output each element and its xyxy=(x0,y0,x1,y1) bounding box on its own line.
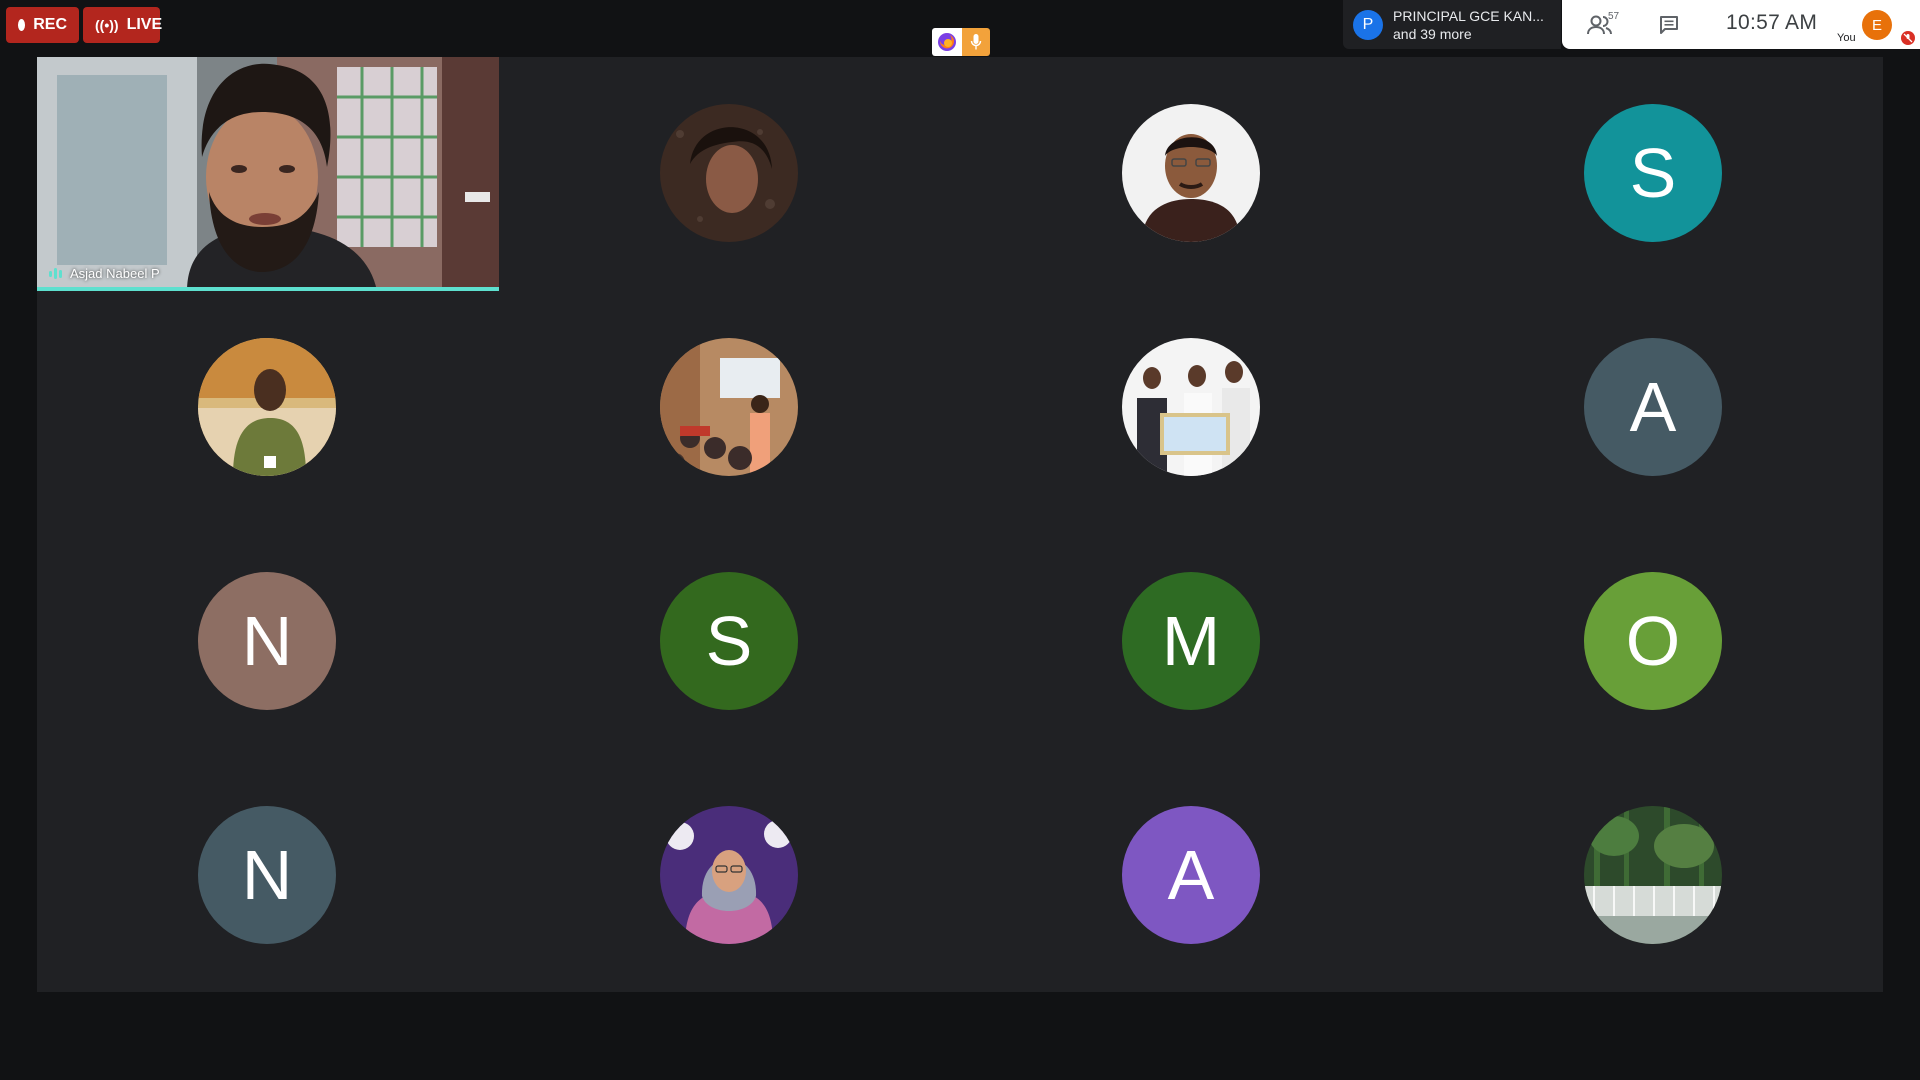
participant-avatar[interactable]: O xyxy=(1584,572,1722,710)
chat-icon[interactable] xyxy=(1658,14,1682,38)
portrait-photo-icon xyxy=(198,338,336,476)
participant-avatar[interactable]: S xyxy=(660,572,798,710)
camera-feed xyxy=(37,57,499,291)
recording-indicator[interactable]: REC xyxy=(6,7,79,43)
record-dot-icon xyxy=(18,19,26,31)
microphone-in-use-icon[interactable] xyxy=(962,28,990,56)
presenter-info: PRINCIPAL GCE KAN... and 39 more xyxy=(1393,7,1544,43)
participant-initial: A xyxy=(1167,836,1215,914)
classroom-photo-icon xyxy=(660,338,798,476)
participant-initial: N xyxy=(241,836,293,914)
participant-name-label: Asjad Nabeel P xyxy=(49,266,160,281)
participant-grid: Asjad Nabeel P S A N S M O N A xyxy=(37,57,1883,992)
participant-avatar[interactable]: A xyxy=(1122,806,1260,944)
participant-avatar[interactable]: M xyxy=(1122,572,1260,710)
broadcast-icon: ((•)) xyxy=(95,17,119,33)
portrait-photo-icon xyxy=(660,104,798,242)
featured-video-tile[interactable]: Asjad Nabeel P xyxy=(37,57,499,291)
participant-initial: S xyxy=(705,602,753,680)
audio-level-icon xyxy=(49,268,62,279)
meeting-toolbar: 57 10:57 AM You E xyxy=(1562,0,1920,49)
self-avatar[interactable]: E xyxy=(1862,10,1892,40)
participant-avatar[interactable]: N xyxy=(198,572,336,710)
live-label: LIVE xyxy=(126,16,163,33)
presenter-chip[interactable]: P PRINCIPAL GCE KAN... and 39 more xyxy=(1343,0,1561,49)
self-label: You xyxy=(1837,32,1856,44)
screen-share-tray xyxy=(932,28,990,56)
participant-avatar[interactable] xyxy=(660,338,798,476)
participant-initial: N xyxy=(241,602,293,680)
participant-avatar[interactable] xyxy=(198,338,336,476)
participant-count: 57 xyxy=(1608,11,1620,22)
rec-label: REC xyxy=(33,16,67,33)
presenter-subtitle: and 39 more xyxy=(1393,25,1472,42)
portrait-photo-icon xyxy=(660,806,798,944)
participant-avatar[interactable] xyxy=(660,104,798,242)
presenter-avatar: P xyxy=(1353,9,1383,40)
featured-participant-name: Asjad Nabeel P xyxy=(70,266,160,281)
live-stream-indicator[interactable]: ((•)) LIVE xyxy=(83,7,163,43)
participant-avatar[interactable] xyxy=(660,806,798,944)
muted-mic-icon xyxy=(1901,31,1915,45)
participant-avatar[interactable]: N xyxy=(198,806,336,944)
participant-avatar[interactable] xyxy=(1584,806,1722,944)
portrait-photo-icon xyxy=(1122,104,1260,242)
presenter-name: PRINCIPAL GCE KAN... xyxy=(1393,7,1544,24)
participant-initial: M xyxy=(1161,602,1221,680)
clock: 10:57 AM xyxy=(1726,11,1818,34)
award-photo-icon xyxy=(1122,338,1260,476)
meeting-screen: REC ((•)) LIVE P PRINCIPAL GCE KAN... an… xyxy=(0,0,1920,1080)
browser-icon[interactable] xyxy=(932,28,962,56)
participant-avatar[interactable] xyxy=(1122,104,1260,242)
participant-avatar[interactable] xyxy=(1122,338,1260,476)
participant-initial: A xyxy=(1629,368,1677,446)
participant-initial: O xyxy=(1625,602,1681,680)
participant-initial: S xyxy=(1629,134,1677,212)
participant-avatar[interactable]: A xyxy=(1584,338,1722,476)
waterfall-photo-icon xyxy=(1584,806,1722,944)
participant-avatar[interactable]: S xyxy=(1584,104,1722,242)
active-speaker-indicator xyxy=(37,287,499,291)
